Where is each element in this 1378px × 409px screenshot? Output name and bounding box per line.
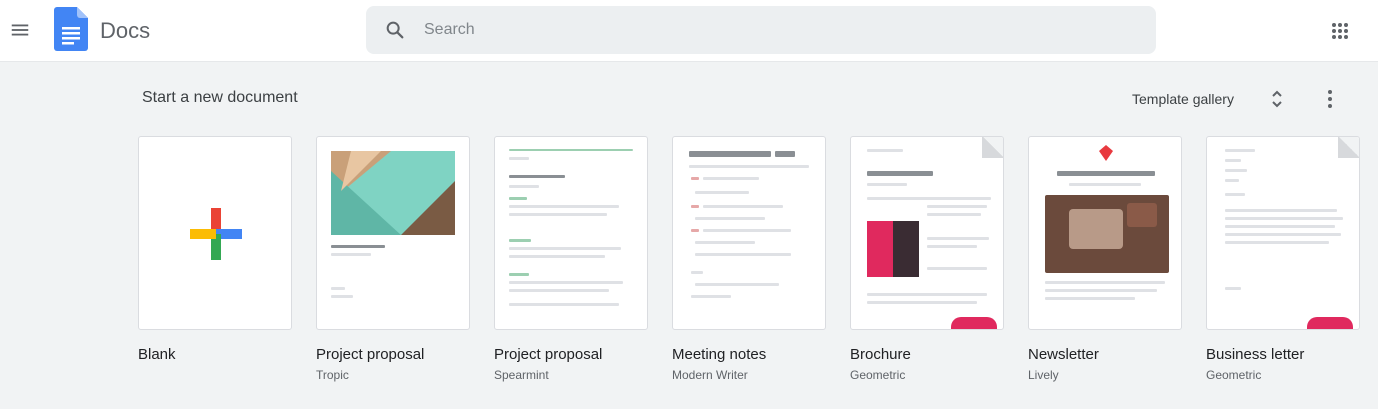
template-card-project-proposal-tropic[interactable]	[316, 136, 470, 330]
template-card-newsletter[interactable]	[1028, 136, 1182, 330]
template-label: Business letter	[1206, 346, 1305, 363]
hamburger-menu-icon	[11, 24, 29, 36]
main-menu-button[interactable]	[6, 16, 34, 44]
template-thumbnail	[331, 151, 455, 235]
template-label: Meeting notes	[672, 346, 767, 363]
unfold-more-icon	[1272, 90, 1282, 108]
template-subtitle: Geometric	[1206, 368, 1262, 382]
template-gallery-label: Template gallery	[1132, 91, 1234, 107]
search-bar[interactable]	[366, 6, 1156, 54]
google-apps-button[interactable]	[1326, 17, 1354, 45]
expand-gallery-button[interactable]	[1266, 87, 1288, 111]
template-subtitle: Modern Writer	[672, 368, 748, 382]
app-header: Docs	[0, 0, 1378, 62]
template-card-meeting-notes[interactable]	[672, 136, 826, 330]
template-label: Project proposal	[494, 346, 603, 363]
template-card-project-proposal-spearmint[interactable]	[494, 136, 648, 330]
search-icon[interactable]	[384, 19, 406, 41]
search-input[interactable]	[424, 14, 1124, 46]
template-subtitle: Tropic	[316, 368, 349, 382]
template-card-business-letter[interactable]	[1206, 136, 1360, 330]
template-label: Blank	[138, 346, 176, 363]
template-gallery-button[interactable]: Template gallery	[1132, 88, 1234, 110]
apps-grid-icon	[1332, 23, 1348, 39]
more-options-button[interactable]	[1320, 86, 1340, 112]
plus-icon	[190, 208, 242, 260]
template-subtitle: Geometric	[850, 368, 906, 382]
app-title: Docs	[100, 18, 151, 43]
docs-logo-icon[interactable]	[54, 7, 88, 51]
template-subtitle: Spearmint	[494, 368, 549, 382]
template-label: Project proposal	[316, 346, 425, 363]
template-card-blank[interactable]	[138, 136, 292, 330]
template-label: Brochure	[850, 346, 911, 363]
newsletter-emblem-icon	[1099, 145, 1113, 161]
more-vert-icon	[1328, 90, 1332, 108]
template-label: Newsletter	[1028, 346, 1099, 363]
template-card-brochure[interactable]	[850, 136, 1004, 330]
section-title: Start a new document	[142, 89, 298, 106]
template-subtitle: Lively	[1028, 368, 1059, 382]
